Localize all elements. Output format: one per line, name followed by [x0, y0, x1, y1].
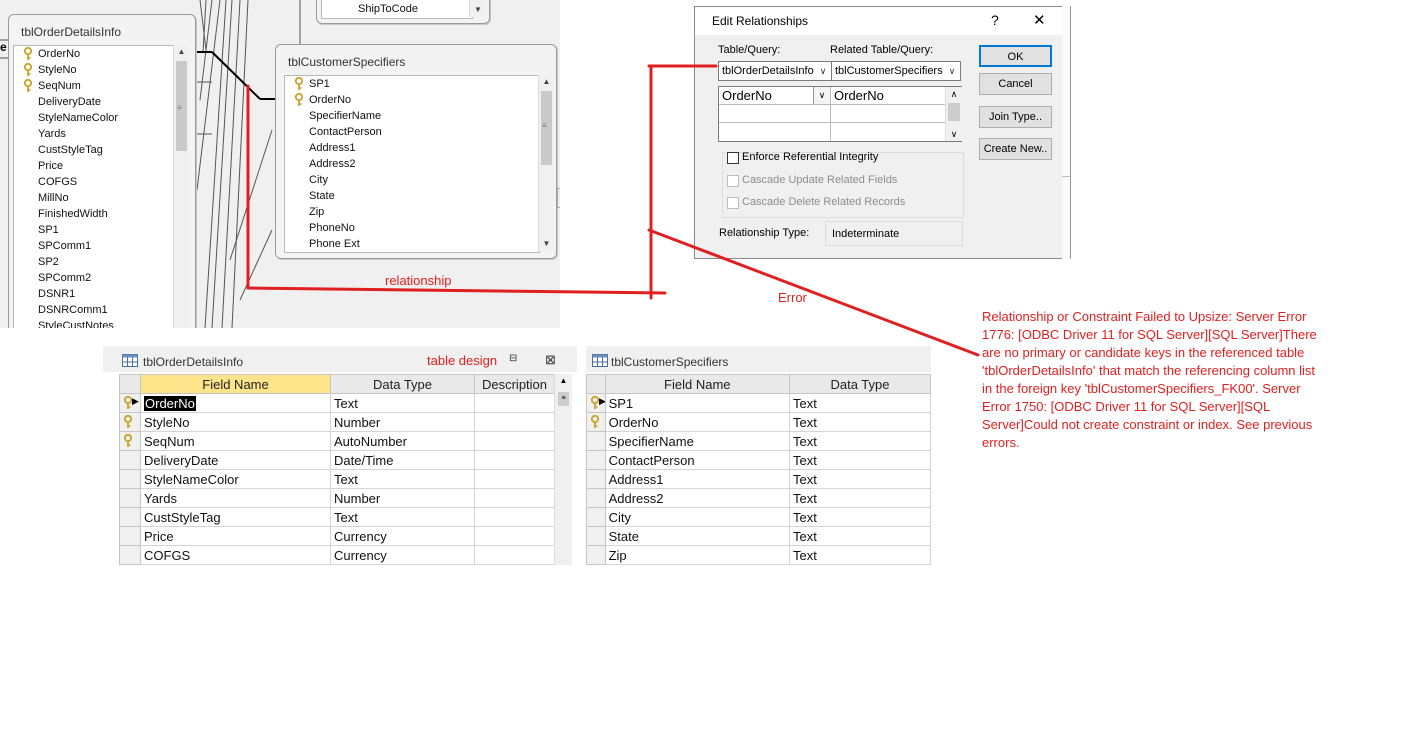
- table-design-annotation: table design: [427, 353, 498, 368]
- error-annotation: Error: [778, 290, 807, 305]
- error-message: Relationship or Constraint Failed to Ups…: [982, 309, 1317, 450]
- relationship-annotation: relationship: [385, 273, 452, 288]
